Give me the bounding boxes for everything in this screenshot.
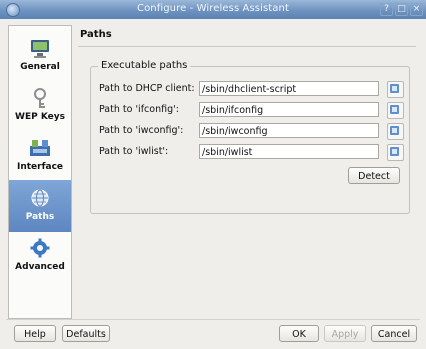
footer-divider xyxy=(6,319,420,320)
dhcp-path-label: Path to DHCP client: xyxy=(99,83,195,94)
dhcp-path-row: Path to DHCP client: /sbin/dhclient-scri… xyxy=(99,81,404,98)
network-interface-icon xyxy=(28,138,52,160)
iwlist-path-label: Path to 'iwlist': xyxy=(99,146,169,157)
browse-dhcp-button[interactable] xyxy=(387,81,404,98)
browse-iwconfig-button[interactable] xyxy=(387,123,404,140)
detect-button[interactable]: Detect xyxy=(348,167,400,184)
ifconfig-path-label: Path to 'ifconfig': xyxy=(99,104,179,115)
open-file-icon xyxy=(390,147,399,156)
browse-ifconfig-button[interactable] xyxy=(387,102,404,119)
paths-page: Paths Executable paths Path to DHCP clie… xyxy=(76,25,418,317)
window-title: Configure - Wireless Assistant xyxy=(136,3,289,14)
dhcp-path-input[interactable]: /sbin/dhclient-script xyxy=(199,81,379,96)
help-window-button[interactable]: ? xyxy=(380,3,393,16)
defaults-button[interactable]: Defaults xyxy=(62,325,110,342)
sidebar-item-label: General xyxy=(20,62,60,72)
sidebar-item-interface[interactable]: Interface xyxy=(9,130,71,182)
sidebar-item-general[interactable]: General xyxy=(9,30,71,82)
sidebar-item-label: Interface xyxy=(16,162,64,172)
key-icon xyxy=(28,88,52,110)
apply-button[interactable]: Apply xyxy=(324,325,366,342)
iwlist-path-row: Path to 'iwlist': /sbin/iwlist xyxy=(99,144,404,161)
close-button[interactable]: × xyxy=(410,3,423,16)
iwconfig-path-label: Path to 'iwconfig': xyxy=(99,125,184,136)
heading-divider xyxy=(78,46,416,47)
iwconfig-path-input[interactable]: /sbin/iwconfig xyxy=(199,123,379,138)
iwlist-path-input[interactable]: /sbin/iwlist xyxy=(199,144,379,159)
gear-icon xyxy=(28,238,52,260)
iwconfig-path-row: Path to 'iwconfig': /sbin/iwconfig xyxy=(99,123,404,140)
sidebar-item-label: Advanced xyxy=(15,262,65,272)
open-file-icon xyxy=(390,84,399,93)
help-button[interactable]: Help xyxy=(14,325,56,342)
open-file-icon xyxy=(390,105,399,114)
page-title: Paths xyxy=(80,29,112,40)
executable-paths-group: Executable paths Path to DHCP client: /s… xyxy=(90,60,410,214)
sidebar-item-label: WEP Keys xyxy=(15,112,65,122)
browse-iwlist-button[interactable] xyxy=(387,144,404,161)
ok-button[interactable]: OK xyxy=(279,325,319,342)
ifconfig-path-input[interactable]: /sbin/ifconfig xyxy=(199,102,379,117)
paths-globe-icon xyxy=(28,188,52,210)
ifconfig-path-row: Path to 'ifconfig': /sbin/ifconfig xyxy=(99,102,404,119)
open-file-icon xyxy=(390,126,399,135)
cancel-button[interactable]: Cancel xyxy=(371,325,417,342)
sidebar-item-paths[interactable]: Paths xyxy=(9,180,71,232)
sidebar-item-label: Paths xyxy=(25,212,55,222)
sidebar: General WEP Keys Interface Paths Advance… xyxy=(8,25,72,319)
maximize-button[interactable]: □ xyxy=(395,3,408,16)
title-bar[interactable]: Configure - Wireless Assistant ? □ × xyxy=(0,0,426,19)
sidebar-item-wep-keys[interactable]: WEP Keys xyxy=(9,80,71,132)
group-title: Executable paths xyxy=(98,60,191,71)
monitor-icon xyxy=(28,38,52,60)
sidebar-item-advanced[interactable]: Advanced xyxy=(9,230,71,282)
configure-dialog: Configure - Wireless Assistant ? □ × Gen… xyxy=(0,0,426,349)
